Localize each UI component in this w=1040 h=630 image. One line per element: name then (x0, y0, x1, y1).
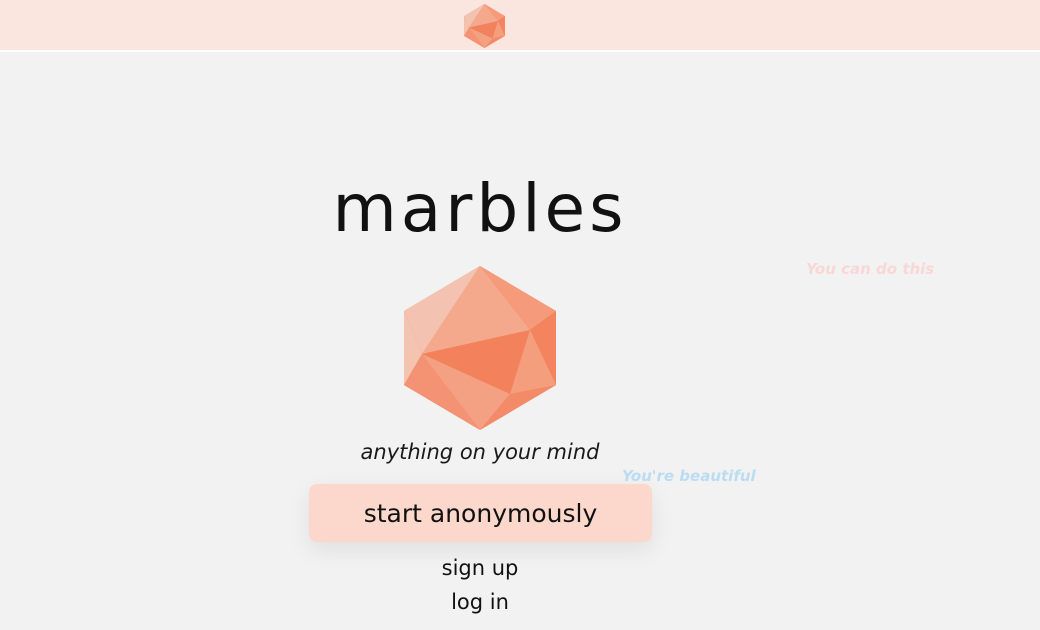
floating-message: You're beautiful (622, 467, 756, 485)
sign-up-link[interactable]: sign up (380, 556, 580, 580)
floating-message: You can do this (806, 260, 935, 278)
start-anonymously-button[interactable]: start anonymously (309, 484, 652, 542)
tagline: anything on your mind (360, 440, 600, 464)
icosahedron-logo-icon[interactable] (463, 4, 506, 48)
icosahedron-logo-icon (404, 266, 556, 430)
app-title: marbles (332, 170, 628, 247)
top-bar (0, 0, 1040, 52)
log-in-link[interactable]: log in (380, 590, 580, 614)
